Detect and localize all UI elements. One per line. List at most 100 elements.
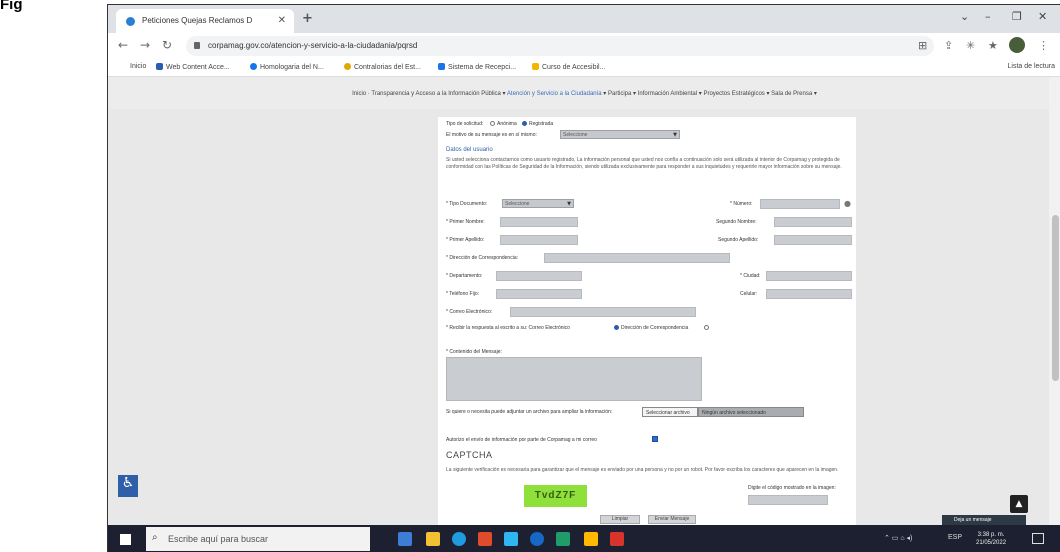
reload-icon[interactable]: ↻ [162,38,172,52]
web-page: Inicio · Transparencia y Acceso a la Inf… [108,77,1060,525]
maximize-icon[interactable]: ❐ [1012,10,1022,23]
city-select[interactable] [766,271,852,281]
second-name-field[interactable] [774,217,852,227]
profile-avatar[interactable] [1009,37,1025,53]
windows-taskbar: ⌕ Escribe aquí para buscar ⌃ ▭ ⌂ ◂) ESP … [108,525,1060,552]
request-type-label: Tipo de solicitud: [446,121,484,127]
app-icon[interactable] [584,532,598,546]
tab-search-icon[interactable]: ⌄ [960,10,969,23]
system-tray-icons[interactable]: ⌃ ▭ ⌂ ◂) [884,534,912,542]
figure-label: Fig [0,0,23,13]
app-icon[interactable] [556,532,570,546]
captcha-prompt: Digite el código mostrado en la imagen: [748,485,836,491]
mobile-field[interactable] [766,289,852,299]
extensions-icon[interactable]: ✳ [966,39,975,52]
message-textarea[interactable] [446,357,702,401]
pdf-reader-icon[interactable] [610,532,624,546]
motive-select[interactable]: Seleccione [560,130,680,139]
nav-item-transparencia[interactable]: Transparencia y Acceso a la Información … [371,91,501,97]
second-name-label: Segundo Nombre: [716,219,757,225]
close-tab-icon[interactable]: ✕ [278,15,286,26]
info-icon[interactable]: ● [844,199,851,208]
registered-radio[interactable] [522,121,527,126]
captcha-input[interactable] [748,495,828,505]
response-via-label: * Recibir la respuesta al escrito a su: … [446,325,570,331]
bookmark-item[interactable]: Contralorias del Est... [344,63,421,71]
minimize-icon[interactable]: – [985,10,991,23]
forward-icon[interactable]: → [140,38,150,52]
accessibility-icon[interactable]: ♿ [118,475,138,497]
new-tab-icon[interactable]: + [302,11,313,26]
file-explorer-icon[interactable] [426,532,440,546]
number-field[interactable] [760,199,840,209]
chat-button[interactable]: Deja un mensaje [942,515,1026,525]
browser-tab[interactable]: Peticiones Quejas Reclamos D ✕ [116,9,294,33]
response-email-radio[interactable] [614,325,619,330]
email-field[interactable] [510,307,696,317]
chrome-icon[interactable] [452,532,466,546]
translate-icon[interactable]: ⊞ [918,39,927,52]
nav-item-informacion-ambiental[interactable]: Información Ambiental [638,91,697,97]
bookmark-item[interactable]: Sistema de Recepci... [438,63,516,71]
share-icon[interactable]: ⇪ [944,39,953,52]
attach-label: Si quiere o necesita puede adjuntar un a… [446,409,613,415]
screenshot: Peticiones Quejas Reclamos D ✕ + ⌄ – ❐ ✕… [107,4,1060,552]
first-name-field[interactable] [500,217,578,227]
number-label: * Número: [730,201,753,207]
address-bar[interactable]: corpamag.gov.co/atencion-y-servicio-a-la… [186,36,934,56]
anonymous-radio[interactable] [490,121,495,126]
mail-icon[interactable] [504,532,518,546]
first-surname-field[interactable] [500,235,578,245]
close-window-icon[interactable]: ✕ [1038,10,1047,23]
submit-button[interactable]: Enviar Mensaje [648,515,696,524]
bookmarks-bar: Inicio Web Content Acce... Homologaria d… [108,59,1060,77]
bookmark-item[interactable]: Curso de Accesibil... [532,63,605,71]
nav-item-inicio[interactable]: Inicio [352,91,366,97]
browser-tab-bar: Peticiones Quejas Reclamos D ✕ + ⌄ – ❐ ✕ [108,5,1060,33]
windows-start-icon[interactable] [120,534,131,545]
address-label: * Dirección de Correspondencia: [446,255,518,261]
notifications-icon[interactable] [1032,533,1044,544]
menu-icon[interactable]: ⋮ [1038,39,1049,52]
second-surname-label: Segundo Apellido: [718,237,759,243]
landline-field[interactable] [496,289,582,299]
search-icon: ⌕ [152,532,158,543]
department-select[interactable] [496,271,582,281]
clear-button[interactable]: Limpiar [600,515,640,524]
page-scrollbar[interactable] [1049,77,1060,525]
choose-file-button[interactable]: Seleccionar archivo [642,407,698,417]
first-name-label: * Primer Nombre: [446,219,485,225]
user-data-title: Datos del usuario [446,147,493,153]
reading-list-button[interactable]: Lista de lectura [1008,63,1055,70]
language-indicator[interactable]: ESP [948,534,962,541]
consent-label: Autorizo el envío de información por par… [446,437,597,443]
task-view-icon[interactable] [398,532,412,546]
bookmark-item[interactable]: Web Content Acce... [156,63,230,71]
nav-item-sala-prensa[interactable]: Sala de Prensa [771,91,812,97]
scroll-to-top-button[interactable]: ▲ [1010,495,1028,513]
nav-item-proyectos[interactable]: Proyectos Estratégicos [703,91,764,97]
bookmark-item[interactable]: Inicio [130,63,146,70]
bookmark-icon [438,63,445,70]
address-field[interactable] [544,253,730,263]
nav-item-participa[interactable]: Participa [608,91,631,97]
browser-toolbar: ← → ↻ corpamag.gov.co/atencion-y-servici… [108,33,1060,59]
captcha-paragraph: La siguiente verificación es necesaria p… [446,467,839,473]
bookmark-item[interactable]: Homologaria del N... [250,63,324,71]
taskbar-clock[interactable]: 3:38 p. m. 21/05/2022 [976,531,1006,547]
bookmark-star-icon[interactable]: ★ [988,39,998,52]
nav-item-atencion[interactable]: Atención y Servicio a la Ciudadanía [507,91,602,97]
response-address-radio[interactable] [704,325,709,330]
taskbar-search-input[interactable]: ⌕ Escribe aquí para buscar [146,527,370,551]
doc-type-select[interactable]: Seleccione [502,199,574,208]
lock-icon[interactable] [194,42,200,49]
consent-checkbox[interactable] [652,436,658,442]
scrollbar-thumb[interactable] [1052,215,1059,381]
second-surname-field[interactable] [774,235,852,245]
pqrsd-form: Tipo de solicitud: Anónima Registrada El… [438,117,856,525]
site-favicon-icon [126,17,135,26]
store-icon[interactable] [478,532,492,546]
back-icon[interactable]: ← [118,38,128,52]
tab-title: Peticiones Quejas Reclamos D [142,16,253,25]
edge-icon[interactable] [530,532,544,546]
